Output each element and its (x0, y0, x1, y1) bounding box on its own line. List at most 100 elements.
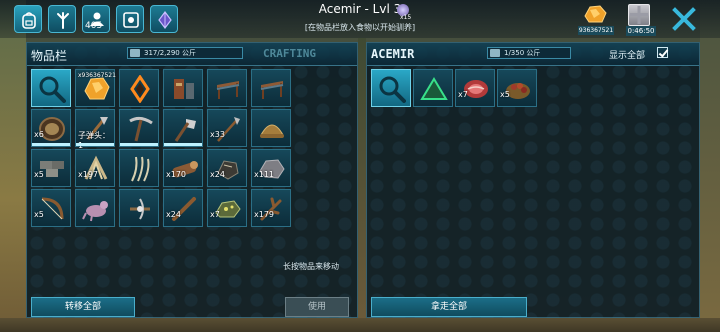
inventory-slot[interactable]: 子弹头：1 (75, 109, 115, 150)
take-all-button[interactable]: 拿走全部 (371, 297, 527, 317)
durability-bar (120, 143, 158, 146)
background-mid (358, 38, 366, 332)
inventory-slot[interactable] (163, 69, 203, 107)
inventory-slot[interactable]: x179 (251, 189, 291, 227)
weight-icon (490, 49, 500, 57)
footprint-icon (57, 12, 69, 29)
crossbow-icon (130, 198, 150, 220)
slot-quantity: x33 (210, 130, 225, 139)
slot-quantity: x197 (78, 170, 99, 179)
slot-quantity: x24 (210, 170, 225, 179)
background-bottom (0, 318, 720, 332)
inventory-slot[interactable]: x197 (75, 149, 115, 187)
slot-quantity: x179 (254, 210, 275, 219)
slot-quantity: x24 (166, 210, 181, 219)
inventory-slot[interactable] (119, 109, 159, 147)
crystal-icon (158, 11, 172, 29)
backpack-icon (22, 12, 36, 29)
slot-quantity: x5 (34, 210, 44, 219)
amber-count: 936367521 (578, 26, 614, 35)
inventory-weight: 317/2,290 公斤 (127, 47, 243, 59)
inventory-slot[interactable] (251, 109, 291, 147)
inventory-slot[interactable] (119, 189, 159, 227)
inventory-slot[interactable]: x6 (31, 109, 71, 147)
tab-crystal[interactable] (150, 5, 178, 33)
slot-quantity: x5 (500, 90, 510, 99)
tribe-count: 405 (85, 21, 103, 31)
creature-icon (82, 201, 108, 222)
inventory-slot[interactable]: x170 (163, 149, 203, 187)
move-hint: 长按物品来移动 (283, 262, 339, 271)
inventory-panel: 物品栏 317/2,290 公斤 CRAFTING x936367521 x6 子弹… (26, 42, 358, 318)
hatchet-icon (174, 119, 196, 142)
show-all-label: 显示全部 (609, 51, 646, 61)
close-icon[interactable] (671, 6, 697, 32)
pith-helmet-icon (260, 124, 284, 138)
show-all-checkbox[interactable] (657, 47, 668, 58)
gift-timer: 0:46:50 (626, 26, 656, 36)
inventory-slot[interactable] (119, 149, 159, 187)
use-button[interactable]: 使用 (285, 297, 349, 317)
inventory-slot[interactable] (251, 69, 291, 107)
fiber-icon (131, 156, 150, 182)
inventory-slot[interactable] (207, 69, 247, 107)
creature-panel: ACEMIR 1/350 公斤 显示全部 x7 x5 拿走全部 (366, 42, 700, 318)
inventory-slot[interactable]: x936367521 (75, 69, 116, 107)
background-left (0, 0, 26, 332)
inventory-header: 物品栏 317/2,290 公斤 CRAFTING (27, 43, 357, 66)
slot-quantity: 子弹头：1 (78, 131, 110, 150)
slot-quantity: x170 (166, 170, 187, 179)
furniture-icon (174, 79, 194, 99)
weight-icon (130, 49, 140, 57)
inventory-title: 物品栏 (31, 49, 68, 63)
durability-bar (164, 143, 202, 146)
inventory-slot[interactable]: x5 (31, 189, 71, 227)
inventory-slot[interactable]: x7 (455, 69, 495, 107)
page-title: Acemir - Lvl 3 (318, 2, 402, 16)
slot-quantity: x7 (458, 90, 468, 99)
creature-header: ACEMIR 1/350 公斤 显示全部 (367, 43, 699, 66)
inventory-weight-text: 317/2,290 公斤 (144, 49, 196, 57)
creature-weight: 1/350 公斤 (487, 47, 571, 59)
inventory-slot[interactable]: x7 (207, 189, 247, 227)
durability-bar (32, 143, 70, 146)
top-bar: 405 Acemir - Lvl 3 x15 [在物品栏放入食物以开始驯养] 9… (0, 0, 720, 38)
inventory-slot[interactable] (371, 69, 411, 107)
artifact-icon (130, 75, 150, 103)
level-badge-count: x15 (400, 14, 412, 21)
transfer-all-button[interactable]: 转移全部 (31, 297, 135, 317)
inventory-slot[interactable] (163, 109, 203, 147)
tab-tribe[interactable]: 405 (82, 5, 110, 33)
inventory-slot[interactable]: x24 (163, 189, 203, 227)
gift-box-icon[interactable] (628, 4, 650, 26)
slot-quantity: x6 (34, 130, 44, 139)
inventory-slot[interactable] (413, 69, 453, 107)
bench-icon (216, 81, 240, 99)
inventory-slot[interactable] (75, 189, 115, 227)
inventory-slot[interactable]: x5 (497, 69, 537, 107)
creature-title: ACEMIR (371, 47, 415, 61)
amber-icon (84, 77, 110, 100)
triangle-icon (420, 77, 448, 100)
tab-crafting[interactable]: CRAFTING (263, 47, 316, 60)
amber-icon (584, 5, 607, 23)
tab-inventory[interactable] (14, 5, 42, 33)
background-right (700, 0, 720, 332)
slot-quantity: x7 (210, 210, 220, 219)
search-icon (379, 76, 406, 103)
inventory-slot[interactable] (31, 69, 71, 107)
inventory-slot[interactable]: x24 (207, 149, 247, 187)
taming-hint: [在物品栏放入食物以开始驯养] (304, 23, 416, 32)
bench-icon (260, 81, 284, 99)
slot-quantity: x936367521 (78, 72, 116, 79)
inventory-slot[interactable] (119, 69, 159, 107)
durability-bar (76, 143, 114, 146)
tab-settings[interactable] (116, 5, 144, 33)
tab-tracking[interactable] (48, 5, 76, 33)
pickaxe-icon (129, 116, 153, 142)
inventory-slot[interactable]: x33 (207, 109, 247, 147)
inventory-slot[interactable]: x5 (31, 149, 71, 187)
search-icon (39, 76, 66, 103)
inventory-slot[interactable]: x111 (251, 149, 291, 187)
creature-weight-text: 1/350 公斤 (504, 49, 541, 57)
